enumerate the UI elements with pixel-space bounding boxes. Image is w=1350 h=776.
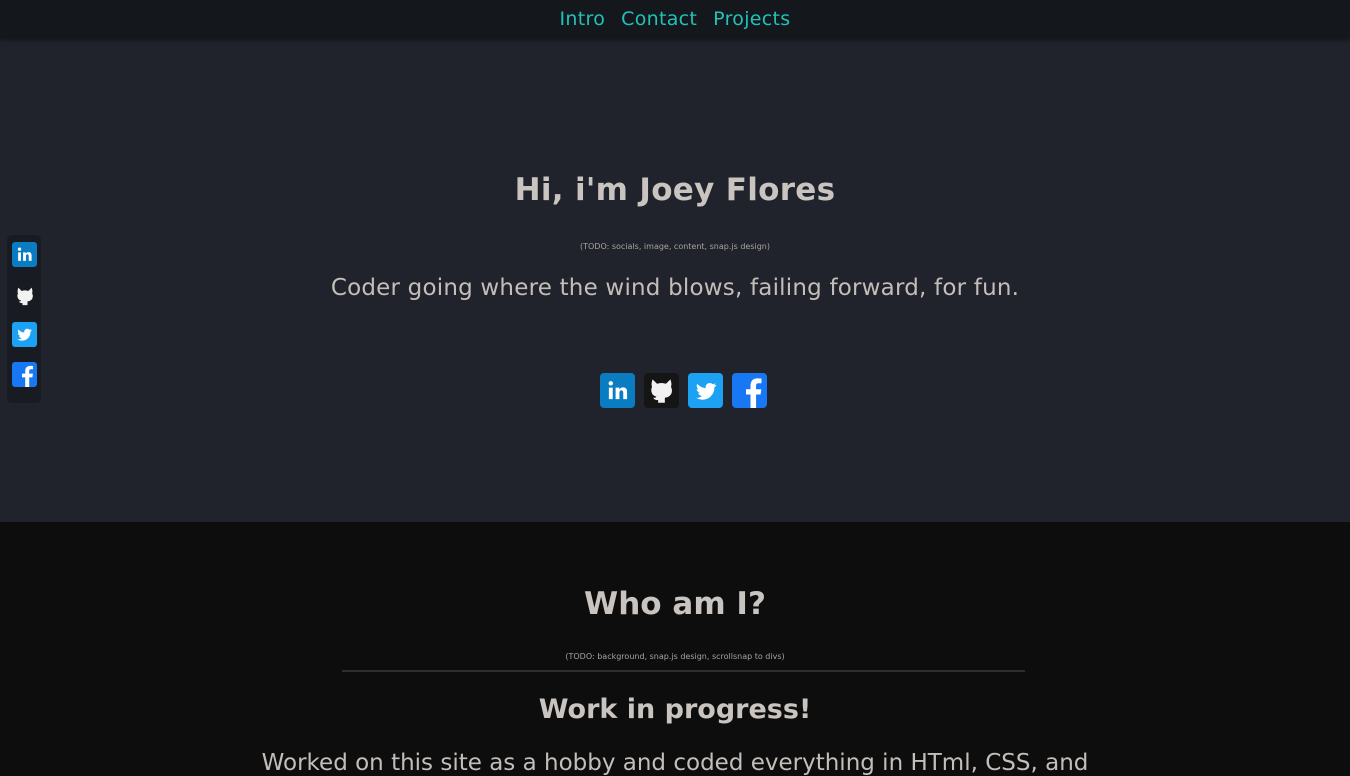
twitter-icon <box>17 328 32 341</box>
side-facebook-link[interactable] <box>12 362 37 387</box>
github-icon <box>16 287 33 305</box>
facebook-link[interactable] <box>732 373 767 408</box>
side-github-link[interactable] <box>12 283 37 308</box>
facebook-icon <box>746 378 762 408</box>
github-link[interactable] <box>644 373 679 408</box>
about-title: Who am I? <box>584 586 766 622</box>
nav-link-intro[interactable]: Intro <box>560 8 606 30</box>
side-social-bar <box>7 235 41 403</box>
about-body-text: Worked on this site as a hobby and coded… <box>261 750 1089 776</box>
facebook-icon <box>22 365 34 387</box>
side-linkedin-link[interactable] <box>12 242 37 267</box>
about-todo-note: (TODO: background, snap.js design, scrol… <box>565 652 785 661</box>
intro-section: Hi, i'm Joey Flores (TODO: socials, imag… <box>0 38 1350 522</box>
hero-tagline: Coder going where the wind blows, failin… <box>330 275 1020 301</box>
hero-social-links <box>600 373 767 408</box>
section-divider <box>342 670 1025 672</box>
twitter-link[interactable] <box>688 373 723 408</box>
hero-title: Hi, i'm Joey Flores <box>514 172 836 208</box>
side-twitter-link[interactable] <box>12 322 37 347</box>
hero-todo-note: (TODO: socials, image, content, snap.js … <box>580 242 770 251</box>
linkedin-link[interactable] <box>600 373 635 408</box>
github-icon <box>651 379 672 403</box>
about-subtitle: Work in progress! <box>538 694 812 725</box>
nav-link-contact[interactable]: Contact <box>621 8 697 30</box>
linkedin-icon <box>17 247 32 261</box>
top-nav: Intro Contact Projects <box>0 0 1350 38</box>
about-section: Who am I? (TODO: background, snap.js des… <box>0 522 1350 776</box>
twitter-icon <box>695 382 716 400</box>
linkedin-icon <box>608 381 628 400</box>
nav-link-projects[interactable]: Projects <box>713 8 790 30</box>
